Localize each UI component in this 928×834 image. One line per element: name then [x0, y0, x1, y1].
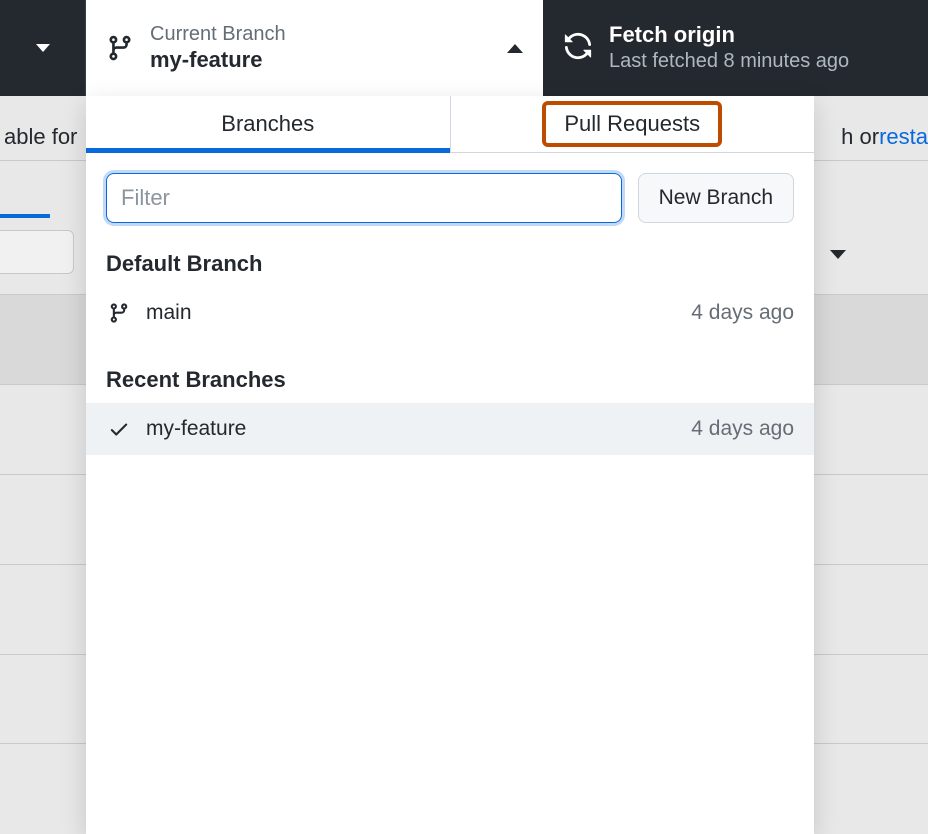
- branch-dropdown-panel: Branches Pull Requests New Branch Defaul…: [86, 96, 814, 834]
- branch-item-main[interactable]: main 4 days ago: [86, 287, 814, 339]
- git-branch-icon: [106, 34, 134, 62]
- current-branch-name: my-feature: [150, 46, 491, 75]
- branch-age: 4 days ago: [691, 417, 794, 441]
- new-branch-button[interactable]: New Branch: [638, 173, 794, 223]
- bg-box: [0, 230, 74, 274]
- repo-dropdown-toggle[interactable]: [0, 0, 86, 96]
- branch-age: 4 days ago: [691, 301, 794, 325]
- fetch-subtitle: Last fetched 8 minutes ago: [609, 48, 849, 74]
- tab-branches-label: Branches: [221, 111, 314, 137]
- branch-name: my-feature: [146, 417, 677, 441]
- restart-link[interactable]: resta: [879, 124, 928, 150]
- section-default-branch: Default Branch: [86, 223, 814, 287]
- sync-icon: [563, 31, 593, 66]
- git-branch-icon: [106, 302, 132, 324]
- check-icon: [106, 418, 132, 440]
- current-branch-label: Current Branch: [150, 22, 491, 46]
- fetch-title: Fetch origin: [609, 22, 849, 48]
- caret-up-icon: [507, 44, 523, 53]
- section-recent-branches: Recent Branches: [86, 339, 814, 403]
- branch-name: main: [146, 301, 677, 325]
- caret-down-icon: [36, 44, 50, 52]
- branch-item-my-feature[interactable]: my-feature 4 days ago: [86, 403, 814, 455]
- banner-text-left: able for: [4, 124, 77, 150]
- tab-pull-requests-label: Pull Requests: [542, 101, 722, 147]
- tab-branches[interactable]: Branches: [86, 96, 450, 152]
- bg-tab-indicator: [0, 214, 50, 218]
- caret-down-icon[interactable]: [830, 250, 846, 259]
- banner-text-right: h or: [841, 124, 879, 150]
- branch-filter-input[interactable]: [106, 173, 622, 223]
- fetch-origin-button[interactable]: Fetch origin Last fetched 8 minutes ago: [543, 0, 928, 96]
- current-branch-button[interactable]: Current Branch my-feature: [86, 0, 543, 96]
- tab-pull-requests[interactable]: Pull Requests: [450, 96, 815, 152]
